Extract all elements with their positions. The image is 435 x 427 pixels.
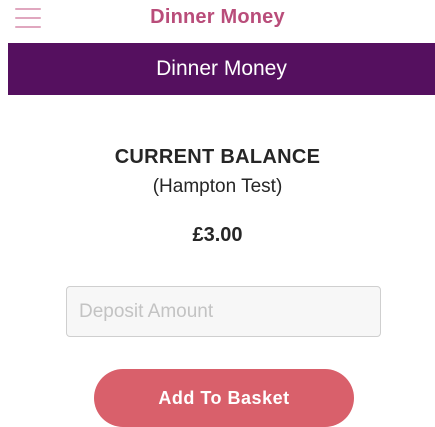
app-title: Dinner Money xyxy=(150,6,285,28)
top-bar: Dinner Money xyxy=(0,0,435,40)
add-to-basket-button[interactable]: Add To Basket xyxy=(94,369,354,427)
deposit-amount-input[interactable] xyxy=(66,286,381,337)
page-banner: Dinner Money xyxy=(8,43,435,95)
banner-title: Dinner Money xyxy=(156,57,287,80)
balance-amount: £3.00 xyxy=(192,224,243,246)
balance-heading: CURRENT BALANCE xyxy=(114,146,321,168)
account-name: (Hampton Test) xyxy=(152,176,283,197)
